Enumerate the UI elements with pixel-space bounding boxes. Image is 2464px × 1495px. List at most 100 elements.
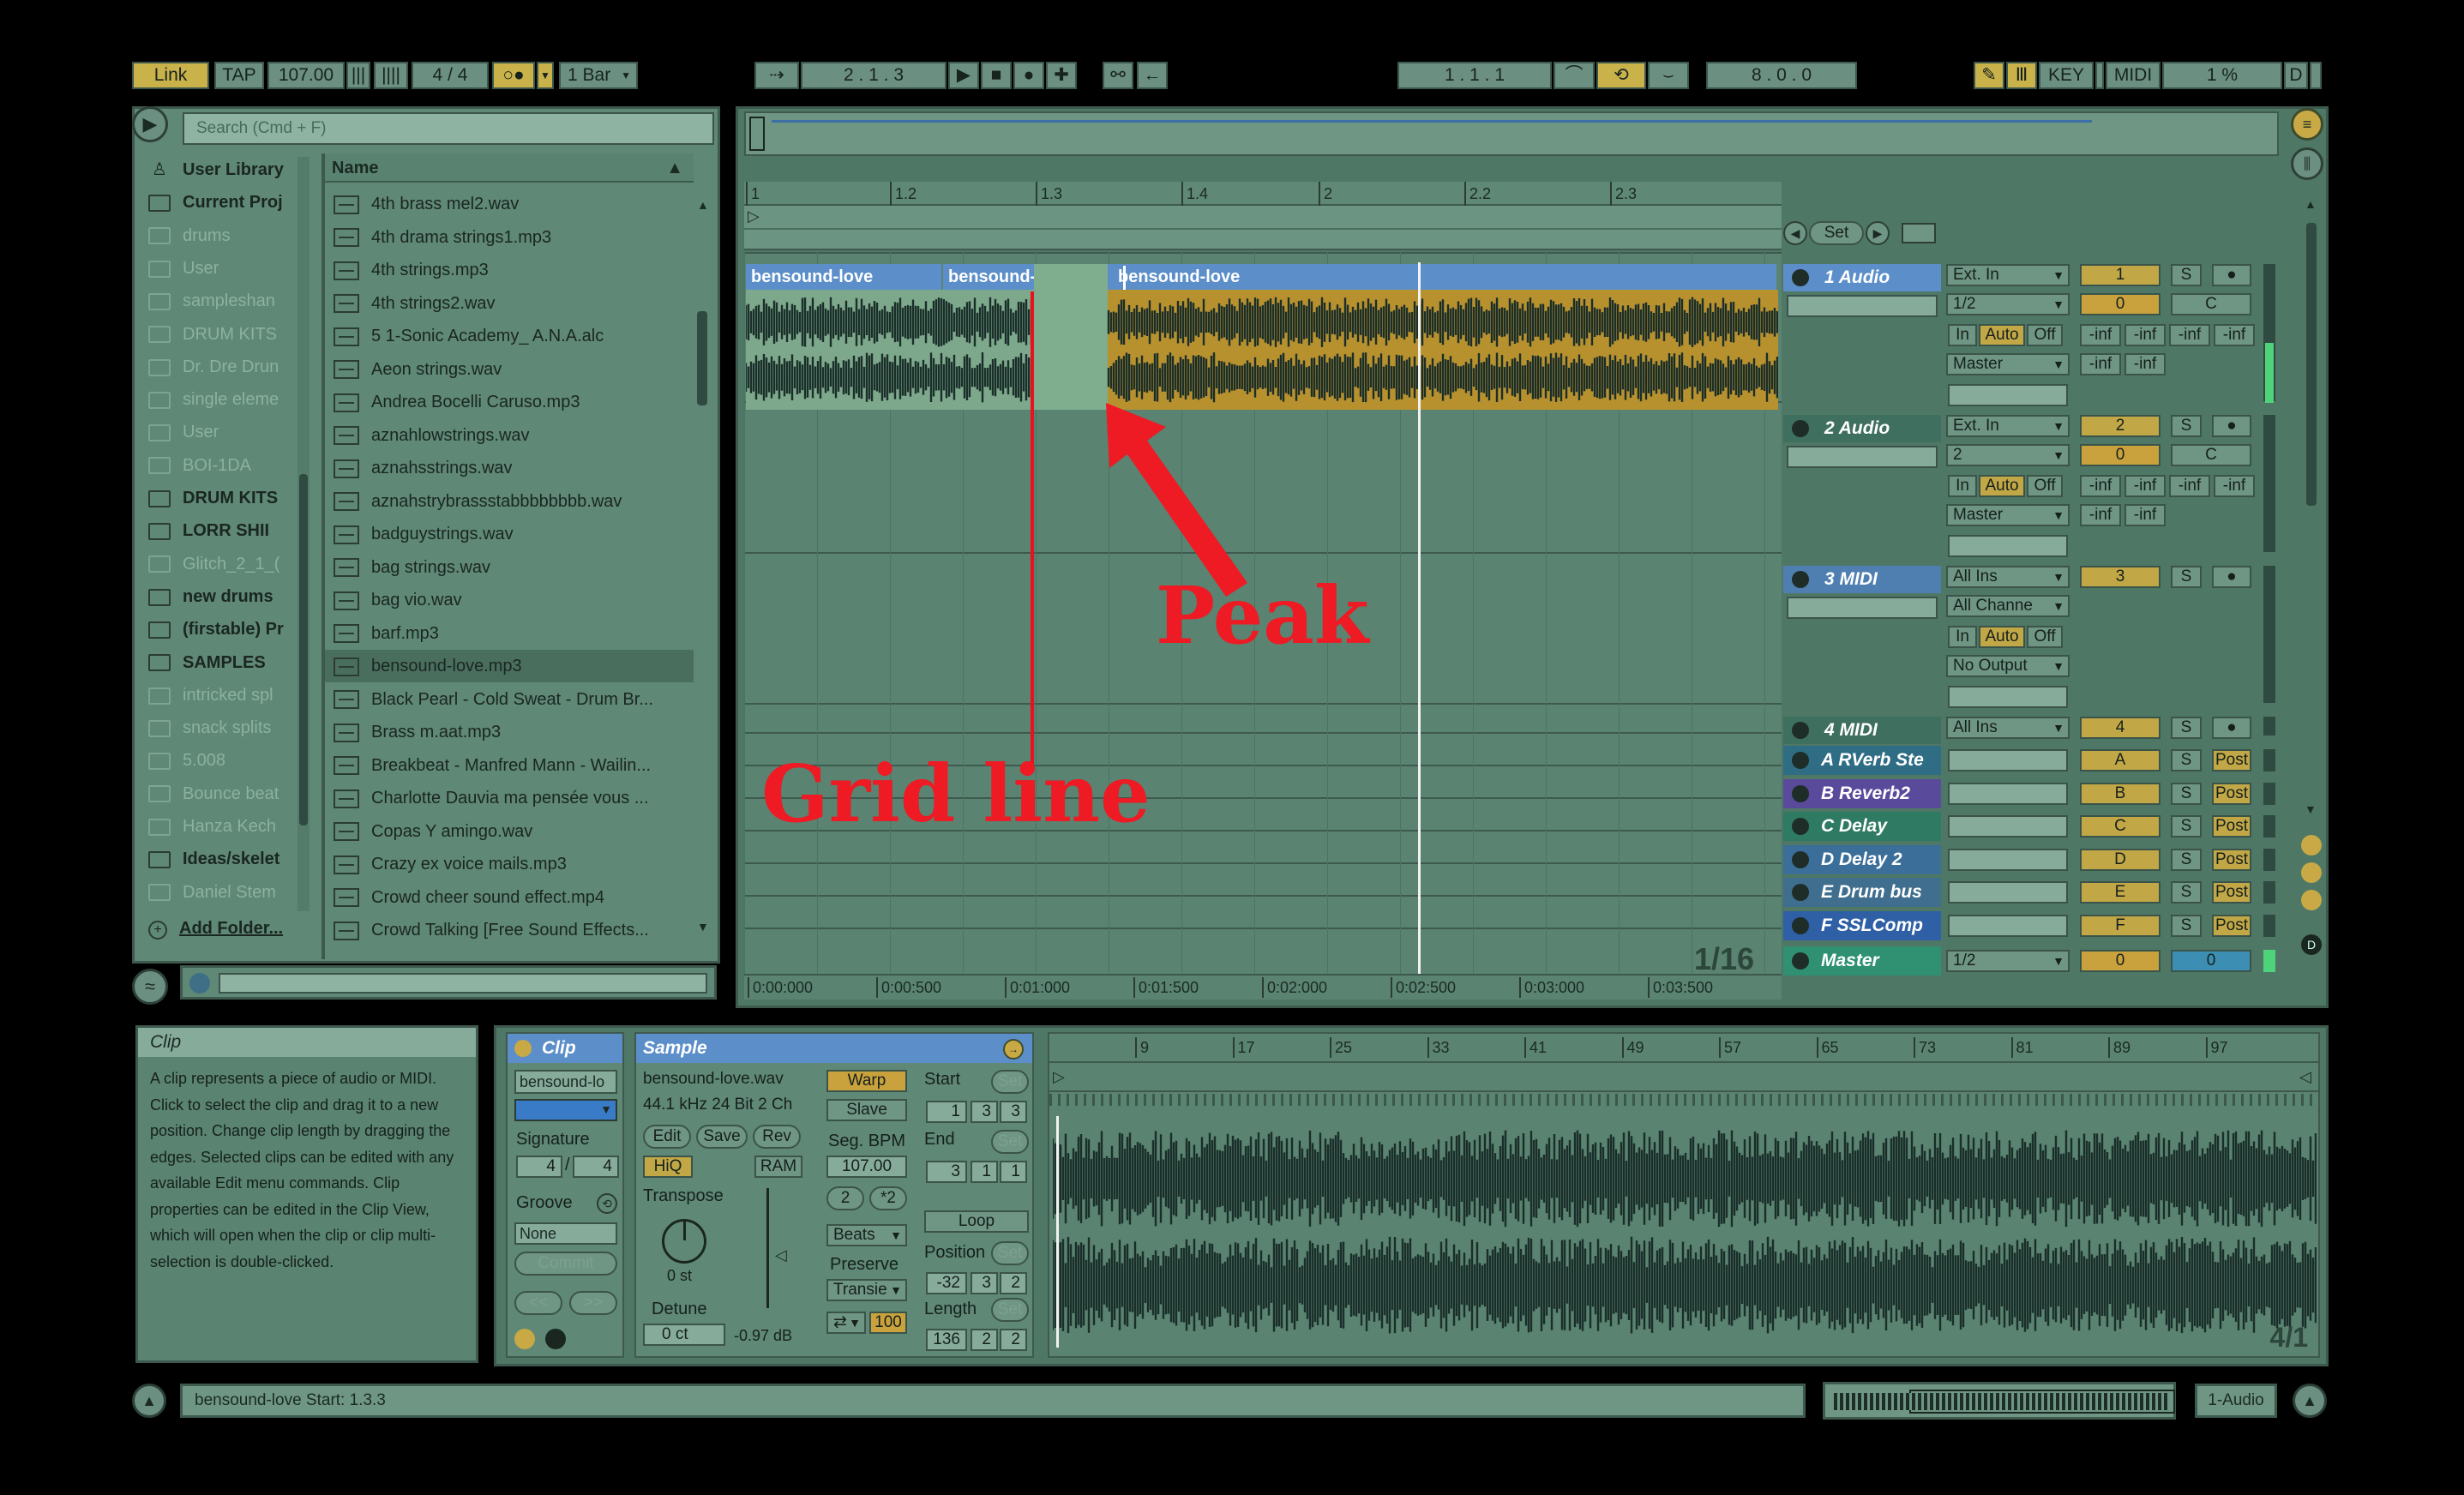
- return-track-header[interactable]: C Delay: [1783, 812, 1941, 841]
- peak-level-field[interactable]: -inf: [2080, 353, 2121, 375]
- places-item[interactable]: single eleme: [140, 383, 294, 416]
- loop-switch-button[interactable]: ⟲: [1596, 62, 1646, 89]
- arm-button[interactable]: ●: [2212, 264, 2251, 286]
- file-list-item[interactable]: bag vio.wav: [325, 584, 694, 616]
- link-button[interactable]: Link: [132, 62, 209, 89]
- file-list-item[interactable]: Breakbeat - Manfred Mann - Wailin...: [325, 749, 694, 782]
- start-field-2[interactable]: 3: [1000, 1101, 1027, 1123]
- input-type-select[interactable]: All Ins: [1946, 566, 2070, 588]
- monitor-in-button[interactable]: In: [1948, 626, 1977, 648]
- output-type-select[interactable]: Master: [1946, 504, 2070, 526]
- groove-pool-button[interactable]: ≈: [132, 969, 168, 1005]
- next-locator-button[interactable]: ▶: [1866, 221, 1890, 245]
- return-track-header[interactable]: E Drum bus: [1783, 878, 1941, 907]
- places-item[interactable]: snack splits: [140, 711, 294, 744]
- places-item[interactable]: DRUM KITS: [140, 318, 294, 351]
- loop-button[interactable]: Loop: [924, 1210, 1029, 1233]
- arm-button-midi[interactable]: ●: [2212, 717, 2251, 739]
- session-record-button[interactable]: ✚: [1046, 62, 1077, 89]
- song-position-field[interactable]: 2 . 1 . 3: [801, 62, 947, 89]
- send-level-field[interactable]: -inf: [2124, 324, 2166, 346]
- quantize-menu[interactable]: 1 Bar ▼: [559, 62, 638, 89]
- metronome-button[interactable]: ○●: [492, 62, 535, 89]
- tap-tempo-button[interactable]: TAP: [214, 62, 264, 89]
- clip-fade-button[interactable]: ≡: [2291, 108, 2323, 141]
- return-post-button[interactable]: Post: [2212, 749, 2251, 772]
- transient-envelope-field[interactable]: 100: [869, 1312, 907, 1334]
- monitor-auto-button[interactable]: Auto: [1979, 475, 2025, 497]
- master-fold-icon[interactable]: [1792, 952, 1809, 970]
- places-item[interactable]: Bounce beat: [140, 778, 294, 810]
- edit-sample-button[interactable]: Edit: [643, 1125, 691, 1149]
- sample-waveform[interactable]: [1053, 1116, 2317, 1348]
- file-list-item[interactable]: bensound-love.mp3: [325, 650, 694, 682]
- places-item[interactable]: 5.008: [140, 744, 294, 777]
- monitor-auto-button[interactable]: Auto: [1979, 626, 2025, 648]
- peak-level-field[interactable]: -inf: [2124, 504, 2166, 526]
- name-column-header[interactable]: Name ▲: [325, 153, 694, 183]
- places-scrollbar-thumb[interactable]: [299, 474, 308, 826]
- browser-toggle-button[interactable]: ▶: [132, 106, 168, 142]
- master-volume-field[interactable]: 0: [2080, 950, 2161, 972]
- output-channel-field[interactable]: [1948, 384, 2068, 406]
- places-item[interactable]: new drums: [140, 580, 294, 613]
- arm-button-midi[interactable]: ●: [2212, 566, 2251, 588]
- return-fold-icon[interactable]: [1792, 752, 1809, 769]
- clip-activator-icon[interactable]: [514, 1040, 532, 1057]
- vertical-scrollbar-thumb[interactable]: [2306, 223, 2317, 506]
- return-track-header[interactable]: A RVerb Ste: [1783, 746, 1941, 775]
- automation-arm-button[interactable]: ⚯: [1103, 62, 1133, 89]
- tempo-field[interactable]: 107.00: [267, 62, 345, 89]
- record-button[interactable]: ●: [1013, 62, 1044, 89]
- warp-mode-select[interactable]: Beats: [826, 1224, 907, 1246]
- monitor-off-button[interactable]: Off: [2027, 475, 2063, 497]
- places-item[interactable]: LORR SHII: [140, 514, 294, 547]
- track-activator-button[interactable]: 4: [2080, 717, 2161, 739]
- input-channel-select[interactable]: 2: [1946, 444, 2070, 466]
- return-fold-icon[interactable]: [1792, 884, 1809, 901]
- commit-button[interactable]: Commit: [514, 1252, 617, 1276]
- return-solo-button[interactable]: S: [2171, 881, 2202, 904]
- return-solo-button[interactable]: S: [2171, 914, 2202, 937]
- return-solo-button[interactable]: S: [2171, 848, 2202, 871]
- warp-button[interactable]: Warp: [826, 1070, 907, 1092]
- time-ruler[interactable]: 0:00:000 0:00:500 0:01:000 0:01:500 0:02:000…: [744, 974, 1782, 1000]
- master-output-select[interactable]: 1/2: [1946, 950, 2070, 972]
- return-fold-icon[interactable]: [1792, 818, 1809, 835]
- send-level-field[interactable]: -inf: [2124, 475, 2166, 497]
- return-post-button[interactable]: Post: [2212, 815, 2251, 838]
- clip-color-select[interactable]: ▼: [514, 1099, 617, 1121]
- loop-start-field[interactable]: 1 . 1 . 1: [1397, 62, 1552, 89]
- warp-marker-strip[interactable]: [1049, 1094, 2318, 1106]
- key-map-button[interactable]: KEY: [2039, 62, 2094, 89]
- return-post-button[interactable]: Post: [2212, 914, 2251, 937]
- track-fold-icon[interactable]: [1792, 420, 1809, 437]
- places-item[interactable]: drums: [140, 219, 294, 252]
- return-solo-button[interactable]: S: [2171, 782, 2202, 805]
- overview-bar[interactable]: [744, 111, 2279, 156]
- loop-brace-lane[interactable]: ▷: [744, 206, 1782, 250]
- transient-loop-select[interactable]: ⇄: [826, 1312, 866, 1334]
- return-activator-button[interactable]: F: [2080, 914, 2161, 937]
- file-list-item[interactable]: badguystrings.wav: [325, 518, 694, 550]
- output-channel-field[interactable]: [1948, 535, 2068, 557]
- double-tempo-button[interactable]: *2: [869, 1186, 907, 1210]
- search-input[interactable]: Search (Cmd + F): [183, 112, 714, 145]
- track-fold-icon[interactable]: [1792, 269, 1809, 286]
- places-item[interactable]: ♙ User Library: [140, 153, 294, 186]
- half-tempo-button[interactable]: 2: [826, 1186, 864, 1210]
- output-type-select[interactable]: Master: [1946, 353, 2070, 375]
- places-item[interactable]: Dr. Dre Drun: [140, 351, 294, 383]
- file-list-item[interactable]: 4th strings.mp3: [325, 254, 694, 286]
- scroll-down-icon[interactable]: ▼: [697, 920, 709, 934]
- places-item[interactable]: sampleshan: [140, 285, 294, 317]
- set-end-button[interactable]: Set: [991, 1130, 1029, 1154]
- end-field-1[interactable]: 1: [971, 1161, 998, 1183]
- clip-header-1[interactable]: bensound-love: [746, 264, 941, 290]
- metronome-dropdown[interactable]: ▼: [537, 62, 554, 89]
- time-signature-field[interactable]: 4 / 4: [412, 62, 489, 89]
- clip-header-2[interactable]: bensound-: [943, 264, 1034, 290]
- monitor-in-button[interactable]: In: [1948, 475, 1977, 497]
- clip-overview[interactable]: [1823, 1382, 2176, 1420]
- return-solo-button[interactable]: S: [2171, 815, 2202, 838]
